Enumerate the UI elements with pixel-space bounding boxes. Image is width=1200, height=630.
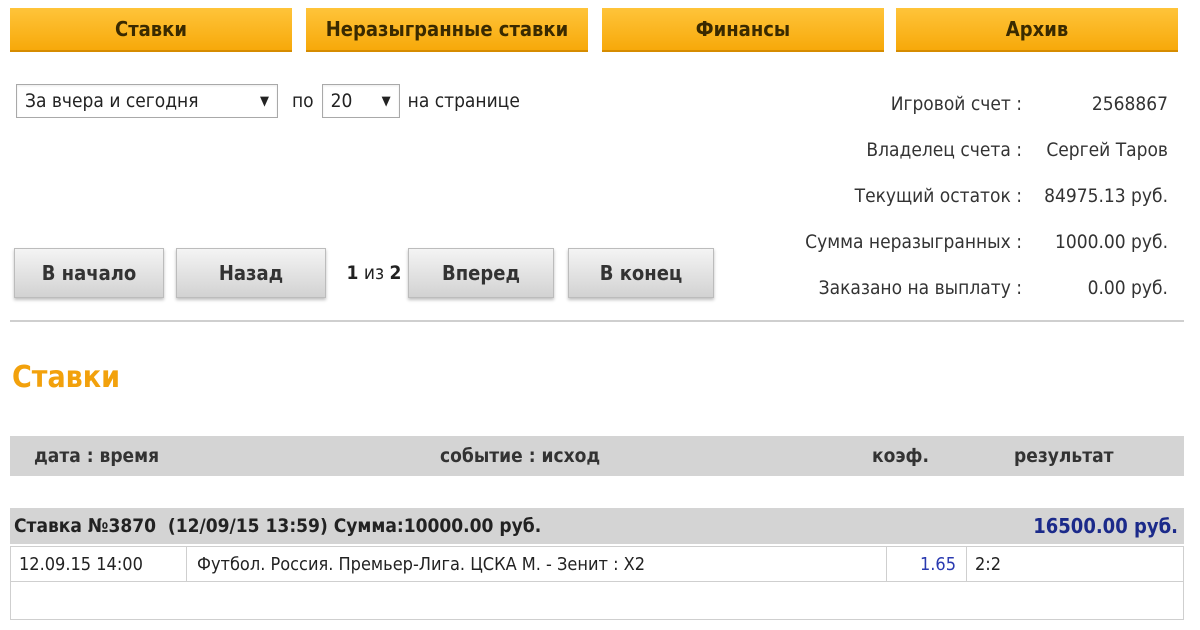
tab-finances[interactable]: Финансы [602, 8, 884, 52]
current-balance-label: Текущий остаток : [854, 185, 1022, 207]
payout-requested-value: 0.00 руб. [1087, 277, 1168, 299]
account-number-value: 2568867 [1091, 93, 1168, 115]
page-of-label: из [363, 262, 385, 284]
unsettled-sum-label: Сумма неразыгранных : [805, 231, 1022, 253]
bet-result-amount: 16500.00 руб. [1033, 514, 1178, 538]
tab-bets[interactable]: Ставки [10, 8, 292, 52]
table-row: 12.09.15 14:00 Футбол. Россия. Премьер-Л… [10, 546, 1184, 582]
bet-summary: Ставка №3870 (12/09/15 13:59) Сумма:1000… [14, 515, 542, 537]
header-event: событие : исход [440, 445, 601, 467]
header-datetime: дата : время [34, 445, 160, 467]
cell-result: 2:2 [975, 553, 1002, 575]
payout-requested-row: Заказано на выплату : 0.00 руб. [760, 270, 1168, 306]
bet-summary-row: Ставка №3870 (12/09/15 13:59) Сумма:1000… [10, 508, 1184, 544]
account-owner-label: Владелец счета : [866, 139, 1022, 161]
tab-archive[interactable]: Архив [896, 8, 1178, 52]
tab-unsettled-bets[interactable]: Неразыгранные ставки [306, 8, 588, 52]
header-coef: коэф. [872, 445, 929, 467]
per-page-select-value: 20 [330, 90, 353, 112]
section-title: Ставки [12, 360, 120, 395]
divider [10, 320, 1184, 322]
current-page: 1 [346, 262, 359, 284]
unsettled-sum-row: Сумма неразыгранных : 1000.00 руб. [760, 224, 1168, 260]
top-tabs: Ставки Неразыгранные ставки Финансы Архи… [10, 8, 1178, 52]
next-page-button[interactable]: Вперед [408, 248, 554, 298]
empty-row [10, 582, 1184, 620]
unsettled-sum-value: 1000.00 руб. [1054, 231, 1168, 253]
account-owner-row: Владелец счета : Сергей Таров [760, 132, 1168, 168]
account-number-label: Игровой счет : [890, 93, 1022, 115]
page-indicator: 1 из 2 [336, 248, 412, 298]
payout-requested-label: Заказано на выплату : [818, 277, 1022, 299]
cell-datetime: 12.09.15 14:00 [11, 547, 187, 581]
filter-row: За вчера и сегодня ▼ по 20 ▼ на странице [16, 84, 520, 118]
account-info: Игровой счет : 2568867 Владелец счета : … [760, 86, 1168, 316]
cell-coef: 1.65 [887, 547, 967, 581]
table-header: дата : время событие : исход коэф. резул… [10, 436, 1184, 476]
dropdown-arrow-icon: ▼ [381, 93, 391, 109]
first-page-button[interactable]: В начало [14, 248, 164, 298]
period-select-value: За вчера и сегодня [25, 90, 199, 112]
account-owner-value: Сергей Таров [1046, 139, 1168, 161]
prev-page-button[interactable]: Назад [176, 248, 326, 298]
last-page-button[interactable]: В конец [568, 248, 714, 298]
account-number-row: Игровой счет : 2568867 [760, 86, 1168, 122]
total-pages: 2 [389, 262, 402, 284]
header-result: результат [1014, 445, 1114, 467]
per-page-suffix: на странице [407, 90, 520, 112]
per-label: по [292, 90, 314, 112]
period-select[interactable]: За вчера и сегодня ▼ [16, 84, 278, 118]
current-balance-row: Текущий остаток : 84975.13 руб. [760, 178, 1168, 214]
cell-event: Футбол. Россия. Премьер-Лига. ЦСКА М. - … [187, 547, 887, 581]
dropdown-arrow-icon: ▼ [260, 93, 269, 109]
per-page-select[interactable]: 20 ▼ [321, 84, 400, 118]
current-balance-value: 84975.13 руб. [1044, 185, 1168, 207]
pagination: В начало Назад 1 из 2 Вперед В конец [14, 248, 714, 298]
